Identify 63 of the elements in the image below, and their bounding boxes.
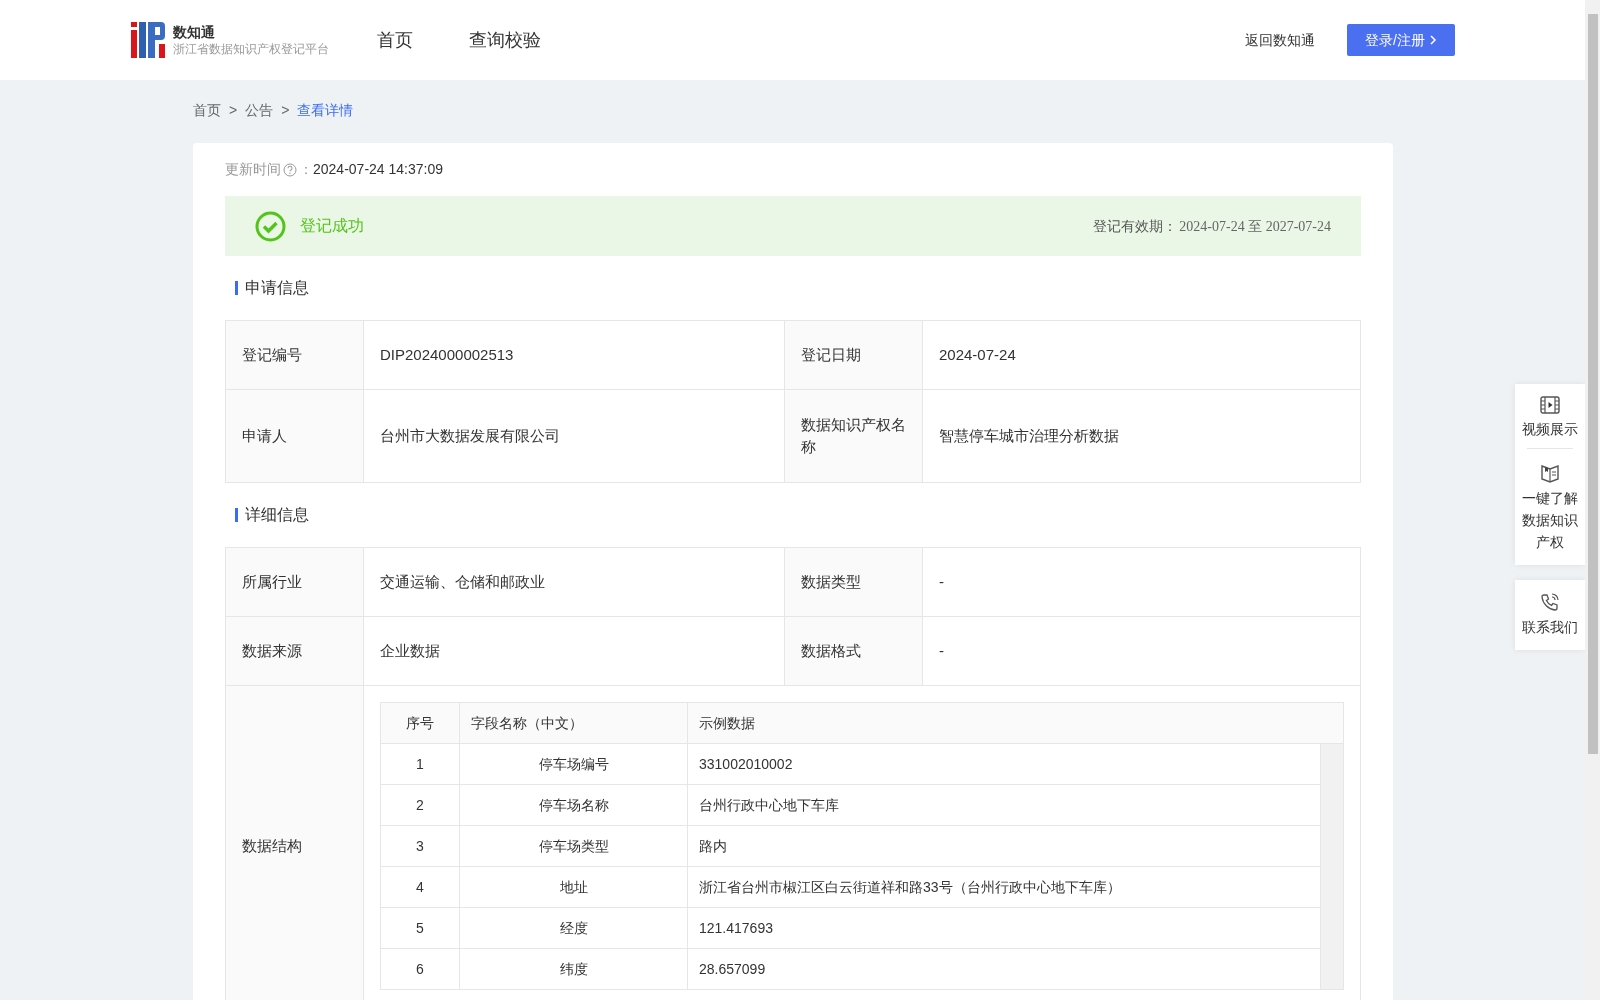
- status-text: 登记成功: [300, 216, 364, 236]
- colon: ：: [299, 160, 313, 179]
- field-label: 数据结构: [225, 685, 364, 1000]
- table-cell: 地址: [459, 866, 688, 908]
- field-value: 智慧停车城市治理分析数据: [922, 389, 1361, 483]
- field-value: 交通运输、仓储和邮政业: [363, 547, 785, 617]
- field-value: -: [922, 616, 1361, 686]
- logo-title: 数知通: [173, 23, 216, 41]
- field-value: 台州市大数据发展有限公司: [363, 389, 785, 483]
- breadcrumb-separator: >: [281, 101, 290, 120]
- column-header: 字段名称（中文）: [459, 702, 688, 744]
- field-label: 数据来源: [225, 616, 364, 686]
- validity-label: 登记有效期：: [1093, 217, 1178, 234]
- field-label: 登记编号: [225, 320, 364, 390]
- phone-icon: [1540, 592, 1560, 612]
- table-cell: 1: [380, 743, 460, 785]
- login-button[interactable]: 登录/注册: [1347, 24, 1455, 56]
- section-title: 详细信息: [245, 505, 309, 525]
- table-cell: 2: [380, 784, 460, 826]
- field-label: 所属行业: [225, 547, 364, 617]
- breadcrumb-link[interactable]: 查看详情: [297, 100, 354, 121]
- field-value: DIP2024000002513: [363, 320, 785, 390]
- field-value: -: [922, 547, 1361, 617]
- logo-icon: [131, 22, 165, 58]
- table-cell: 3: [380, 825, 460, 867]
- breadcrumb-link[interactable]: 公告: [245, 100, 274, 121]
- column-header: 序号: [380, 702, 460, 744]
- scrollbar[interactable]: [1585, 0, 1600, 1000]
- field-label: 登记日期: [784, 320, 923, 390]
- field-value: 2024-07-24: [922, 320, 1361, 390]
- side-tool-button[interactable]: 视频展示: [1519, 396, 1581, 440]
- table-cell: 4: [380, 866, 460, 908]
- table-cell: 经度: [459, 907, 688, 949]
- scrollbar[interactable]: [1320, 743, 1344, 990]
- field-label: 申请人: [225, 389, 364, 483]
- nav-link[interactable]: 查询校验: [469, 26, 541, 54]
- help-icon[interactable]: [283, 162, 297, 177]
- chevron-right-icon: [1428, 34, 1437, 45]
- table-cell: 停车场名称: [459, 784, 688, 826]
- table-cell: 纬度: [459, 948, 688, 990]
- update-time-value: 2024-07-24 14:37:09: [313, 160, 443, 179]
- field-label: 数据类型: [784, 547, 923, 617]
- table-cell: 6: [380, 948, 460, 990]
- table-cell: 5: [380, 907, 460, 949]
- validity-period: 2024-07-24 至 2027-07-24: [1179, 218, 1331, 234]
- check-circle-icon: [255, 210, 286, 242]
- update-time-label: 更新时间: [225, 160, 281, 179]
- field-value: 企业数据: [363, 616, 785, 686]
- side-tool-button[interactable]: 一键了解数据知识产权: [1519, 463, 1581, 553]
- column-header: 示例数据: [687, 702, 1344, 744]
- field-label: 数据格式: [784, 616, 923, 686]
- field-label: 数据知识产权名称: [784, 389, 923, 483]
- table-cell: 停车场类型: [459, 825, 688, 867]
- logo-subtitle: 浙江省数据知识产权登记平台: [173, 41, 329, 57]
- film-icon: [1540, 396, 1560, 414]
- book-icon: [1540, 463, 1560, 483]
- section-title: 申请信息: [245, 278, 309, 298]
- table-cell: 331002010002: [687, 743, 1321, 785]
- breadcrumb-separator: >: [229, 101, 238, 120]
- back-link[interactable]: 返回数知通: [1245, 29, 1315, 51]
- table-cell: 停车场编号: [459, 743, 688, 785]
- breadcrumb-link[interactable]: 首页: [193, 100, 221, 121]
- nav-link[interactable]: 首页: [377, 26, 413, 54]
